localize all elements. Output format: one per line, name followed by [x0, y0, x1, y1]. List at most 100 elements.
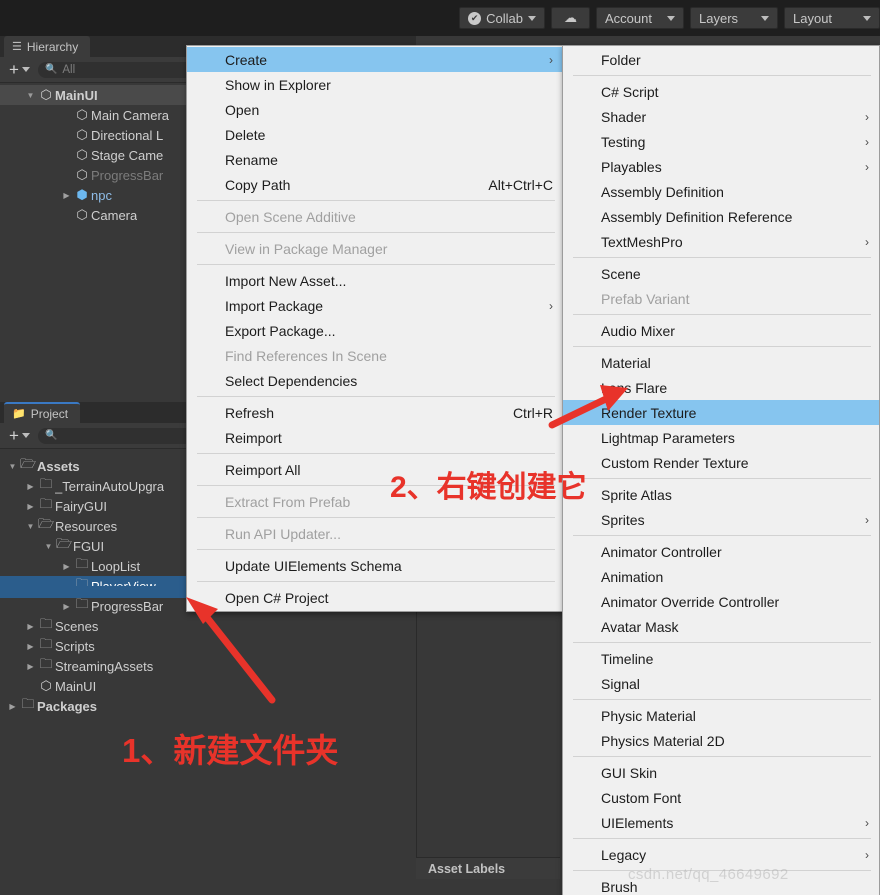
menu-item-label: Import New Asset...	[225, 272, 347, 289]
create-submenu[interactable]: Folder C# Script Shader › Testing › Playables ›…	[562, 45, 880, 895]
menu-item-label: Shader	[601, 108, 647, 125]
menu-item[interactable]: TextMeshPro ›	[563, 229, 879, 254]
menu-item-label: Sprite Atlas	[601, 486, 672, 503]
menu-item[interactable]: Material	[563, 350, 879, 375]
disclosure-closed-icon[interactable]: ▶	[24, 482, 37, 491]
chevron-down-icon[interactable]	[21, 433, 30, 438]
menu-item[interactable]: Rename	[187, 147, 563, 172]
disclosure-closed-icon[interactable]: ▶	[24, 502, 37, 511]
tree-row-label: ProgressBar	[91, 167, 164, 183]
menu-separator	[197, 200, 555, 201]
tree-row[interactable]: ▶ 🗀 Packages	[0, 696, 416, 716]
menu-item[interactable]: Reimport	[187, 425, 563, 450]
menu-item[interactable]: Scene	[563, 261, 879, 286]
menu-item[interactable]: Physics Material 2D	[563, 728, 879, 753]
tree-row[interactable]: ▶ 🗀 Scenes	[0, 616, 416, 636]
chevron-down-icon	[528, 15, 536, 21]
menu-item[interactable]: Show in Explorer	[187, 72, 563, 97]
disclosure-open-icon[interactable]: ▼	[24, 91, 37, 100]
layout-button[interactable]: Layout	[784, 7, 880, 29]
chevron-right-icon: ›	[865, 815, 869, 830]
menu-item[interactable]: Legacy ›	[563, 842, 879, 867]
menu-item[interactable]: Playables ›	[563, 154, 879, 179]
menu-item[interactable]: GUI Skin	[563, 760, 879, 785]
menu-item[interactable]: Export Package...	[187, 318, 563, 343]
menu-item[interactable]: Custom Render Texture	[563, 450, 879, 475]
folder-open-icon: 🗁	[55, 536, 73, 551]
menu-item[interactable]: Render Texture	[563, 400, 879, 425]
tree-row[interactable]: ▶ 🗀 Scripts	[0, 636, 416, 656]
menu-item[interactable]: Shader ›	[563, 104, 879, 129]
menu-item[interactable]: Sprites ›	[563, 507, 879, 532]
menu-item-label: Open C# Project	[225, 589, 329, 606]
menu-item[interactable]: Lens Flare	[563, 375, 879, 400]
tab-hierarchy[interactable]: ☰ Hierarchy	[4, 36, 91, 57]
chevron-right-icon: ›	[865, 159, 869, 174]
folder-icon: 📁	[12, 408, 26, 420]
tree-row[interactable]: ▶ 🗀 StreamingAssets	[0, 656, 416, 676]
menu-item[interactable]: Animator Override Controller	[563, 589, 879, 614]
disclosure-closed-icon[interactable]: ▶	[60, 602, 73, 611]
menu-item: Prefab Variant	[563, 286, 879, 311]
menu-item[interactable]: Select Dependencies	[187, 368, 563, 393]
menu-item[interactable]: Folder	[563, 47, 879, 72]
menu-item[interactable]: Create ›	[187, 47, 563, 72]
menu-item[interactable]: UIElements ›	[563, 810, 879, 835]
menu-item[interactable]: Import New Asset...	[187, 268, 563, 293]
menu-item[interactable]: Signal	[563, 671, 879, 696]
folder-icon: 🗀	[39, 496, 53, 511]
menu-item[interactable]: Animator Controller	[563, 539, 879, 564]
menu-item[interactable]: Audio Mixer	[563, 318, 879, 343]
disclosure-closed-icon[interactable]: ▶	[24, 622, 37, 631]
project-add-button[interactable]: +	[6, 427, 22, 444]
menu-item[interactable]: Avatar Mask	[563, 614, 879, 639]
menu-item[interactable]: Copy Path Alt+Ctrl+C	[187, 172, 563, 197]
annotation-step-2: 2、右键创建它	[390, 471, 587, 504]
layers-button[interactable]: Layers	[690, 7, 778, 29]
disclosure-open-icon[interactable]: ▼	[42, 542, 55, 551]
menu-item[interactable]: Refresh Ctrl+R	[187, 400, 563, 425]
chevron-down-icon[interactable]	[21, 67, 30, 72]
chevron-down-icon	[863, 15, 871, 21]
menu-item-label: Animation	[601, 568, 664, 585]
collab-button[interactable]: ✔ Collab	[459, 7, 545, 29]
tree-row-label: Assets	[37, 458, 80, 474]
menu-item[interactable]: Custom Font	[563, 785, 879, 810]
disclosure-closed-icon[interactable]: ▶	[24, 662, 37, 671]
tab-project[interactable]: 📁 Project	[4, 402, 81, 423]
account-button[interactable]: Account	[596, 7, 684, 29]
menu-item[interactable]: Lightmap Parameters	[563, 425, 879, 450]
menu-item[interactable]: Assembly Definition	[563, 179, 879, 204]
chevron-right-icon: ›	[549, 52, 553, 67]
disclosure-closed-icon[interactable]: ▶	[60, 562, 73, 571]
menu-item-label: View in Package Manager	[225, 240, 388, 257]
menu-item[interactable]: Assembly Definition Reference	[563, 204, 879, 229]
disclosure-closed-icon[interactable]: ▶	[24, 642, 37, 651]
menu-item[interactable]: Physic Material	[563, 703, 879, 728]
menu-item[interactable]: Sprite Atlas	[563, 482, 879, 507]
chevron-down-icon	[667, 15, 675, 21]
menu-item[interactable]: C# Script	[563, 79, 879, 104]
disclosure-closed-icon[interactable]: ▶	[60, 191, 73, 200]
menu-item[interactable]: Testing ›	[563, 129, 879, 154]
hierarchy-add-button[interactable]: +	[6, 61, 22, 78]
menu-item[interactable]: Import Package ›	[187, 293, 563, 318]
menu-item[interactable]: Update UIElements Schema	[187, 553, 563, 578]
menu-item-label: Update UIElements Schema	[225, 557, 402, 574]
menu-item[interactable]: Animation	[563, 564, 879, 589]
disclosure-closed-icon[interactable]: ▶	[6, 702, 19, 711]
chevron-right-icon: ›	[549, 298, 553, 313]
menu-item[interactable]: Timeline	[563, 646, 879, 671]
menu-item-label: Sprites	[601, 511, 645, 528]
tree-row-label: MainUI	[55, 678, 97, 694]
tree-row[interactable]: ⬡ MainUI	[0, 676, 416, 696]
collab-label: Collab	[486, 10, 523, 26]
menu-item[interactable]: Delete	[187, 122, 563, 147]
disclosure-open-icon[interactable]: ▼	[24, 522, 37, 531]
cloud-button[interactable]: ☁	[551, 7, 590, 29]
menu-item[interactable]: Open	[187, 97, 563, 122]
hierarchy-search-input[interactable]: 🔍 All	[37, 61, 198, 78]
menu-item[interactable]: Open C# Project	[187, 585, 563, 610]
project-context-menu[interactable]: Create › Show in Explorer Open Delete Rename C…	[186, 45, 564, 612]
disclosure-open-icon[interactable]: ▼	[6, 462, 19, 471]
